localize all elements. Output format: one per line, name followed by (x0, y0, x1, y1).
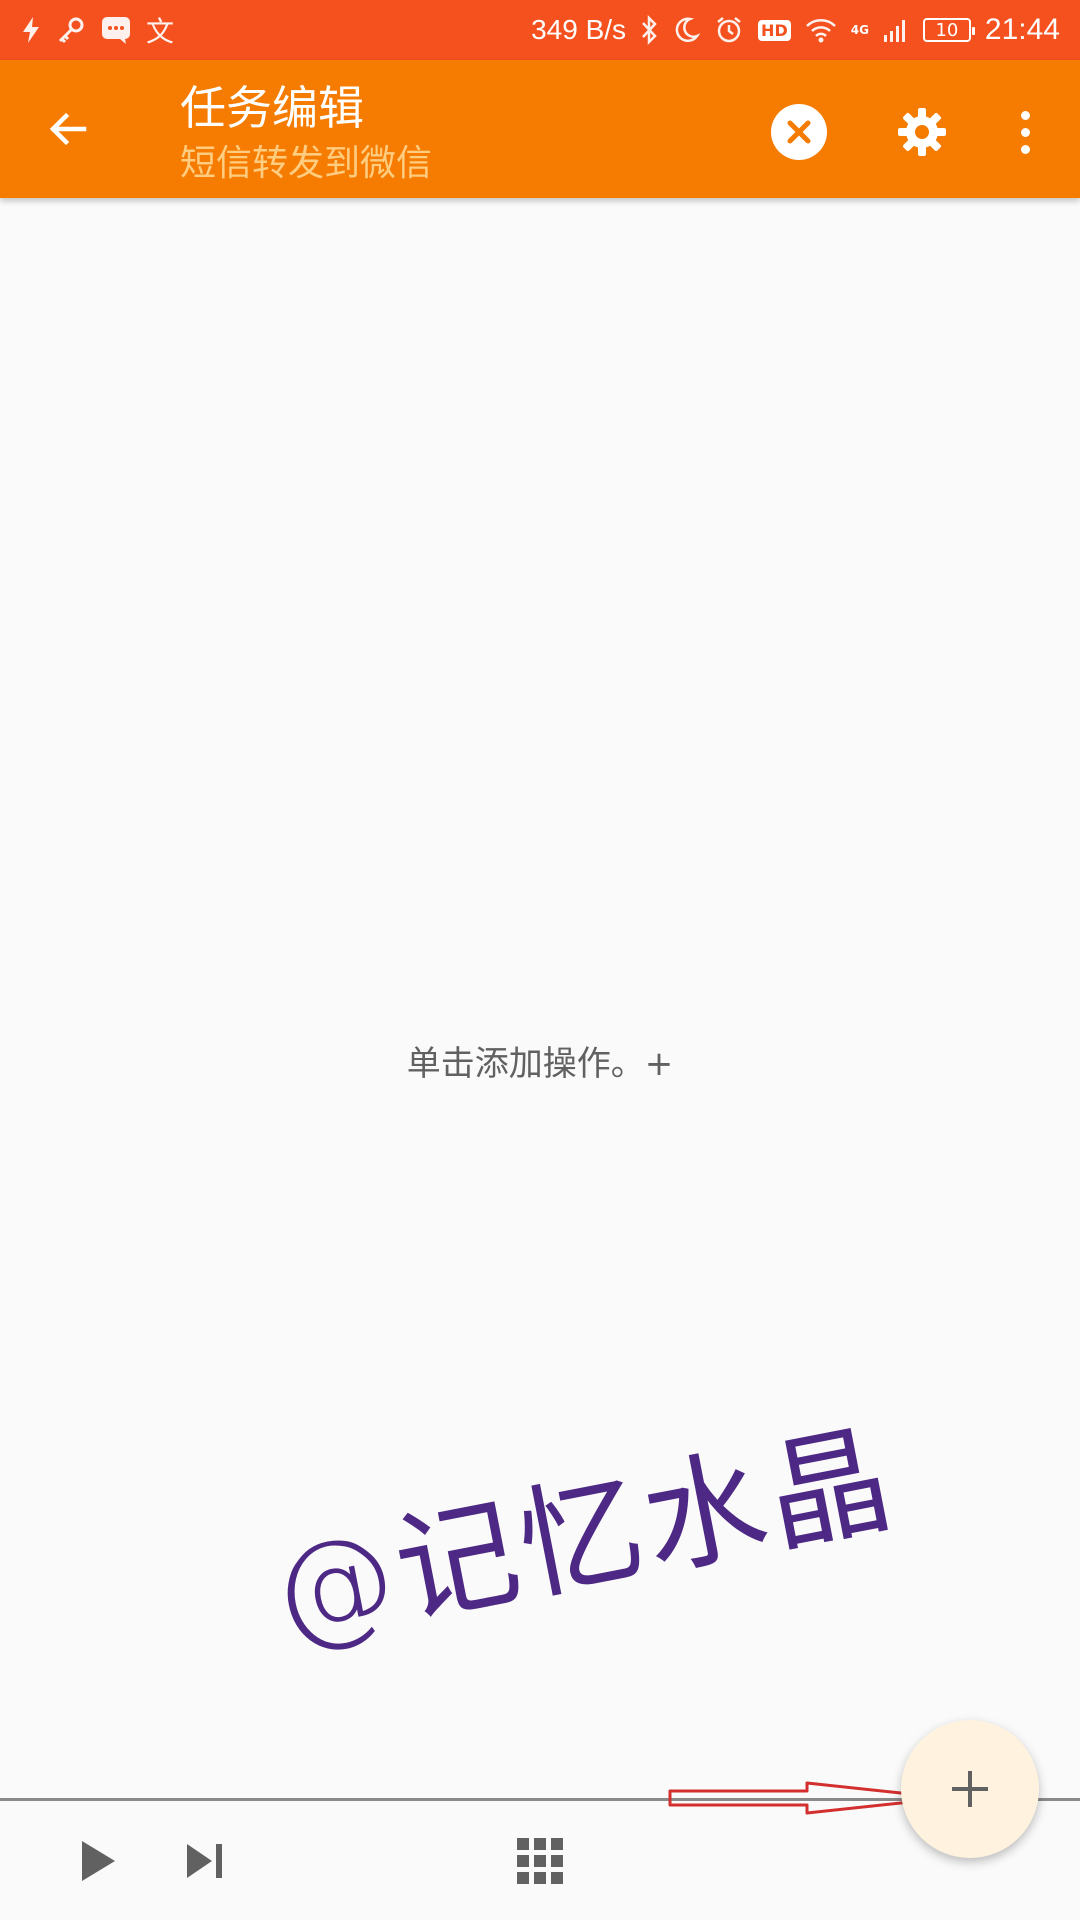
cancel-button[interactable] (771, 104, 827, 160)
moon-icon (672, 16, 701, 44)
network-type: 4G (850, 23, 869, 37)
flash-icon (20, 16, 42, 44)
status-time: 21:44 (984, 13, 1060, 46)
signal-icon (883, 17, 909, 43)
arrow-back-icon (49, 112, 87, 146)
network-speed: 349 B/s (531, 14, 627, 45)
skip-next-icon (187, 1844, 222, 1878)
more-dot-icon (1020, 127, 1030, 137)
app-bar: 任务编辑 短信转发到微信 (0, 60, 1080, 198)
status-right-icons: 349 B/s HD 4G 10 21:44 (531, 13, 1060, 47)
grid-button[interactable] (505, 1826, 575, 1896)
more-dot-icon (1020, 110, 1030, 120)
status-bar: 文 349 B/s HD 4G 10 21:44 (0, 0, 1080, 60)
gear-icon (898, 108, 946, 156)
plus-icon (952, 1771, 988, 1807)
settings-button[interactable] (890, 100, 954, 164)
more-options-button[interactable] (1010, 100, 1040, 164)
grid-icon (517, 1838, 563, 1884)
task-edit-screen: 文 349 B/s HD 4G 10 21:44 任务编辑 短信转发到微信 单击… (0, 0, 1080, 1920)
more-dot-icon (1020, 144, 1030, 154)
add-action-button[interactable] (901, 1720, 1039, 1858)
page-subtitle: 短信转发到微信 (180, 143, 433, 184)
close-icon (787, 120, 811, 144)
wifi-icon (805, 17, 837, 43)
step-button[interactable] (170, 1826, 240, 1896)
message-icon (100, 15, 132, 45)
play-button[interactable] (63, 1826, 133, 1896)
battery-icon: 10 (922, 18, 975, 42)
battery-level: 10 (935, 19, 959, 41)
alarm-icon (714, 15, 744, 45)
key-icon (56, 15, 86, 45)
back-button[interactable] (36, 97, 100, 161)
play-icon (82, 1841, 115, 1881)
title-block: 任务编辑 短信转发到微信 (180, 78, 432, 188)
page-title: 任务编辑 (180, 81, 364, 135)
bluetooth-icon (640, 15, 658, 45)
status-left-icons: 文 (20, 10, 174, 50)
translate-icon: 文 (146, 16, 175, 47)
hd-icon: HD (758, 19, 791, 41)
empty-hint[interactable]: 单击添加操作。+ (0, 1036, 1080, 1085)
